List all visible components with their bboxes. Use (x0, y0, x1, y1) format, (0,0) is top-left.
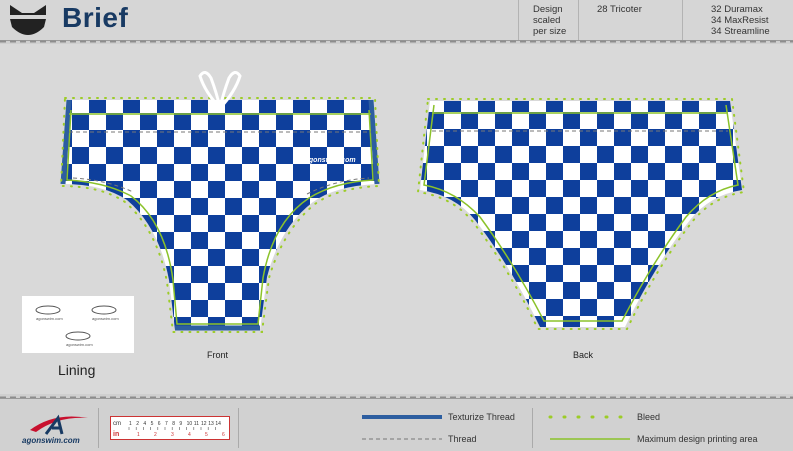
ruler-cm-tick-label: 1 (129, 421, 132, 427)
ruler-inch-tick-label: 6 (222, 432, 225, 438)
front-print-logo: agonswim.com (305, 157, 356, 164)
legend-bleed-area (548, 415, 632, 440)
ruler-cm-unit: cm (113, 421, 121, 427)
ruler-cm-tick-label: 6 (158, 421, 161, 427)
ruler-cm-tick-label: 7 (165, 421, 168, 427)
ruler-in-ticks: 1 2 3 4 5 6 (137, 432, 225, 438)
ruler-inch-tick-label: 1 (137, 432, 140, 438)
lining-logo-3: agonswim.com (66, 342, 93, 347)
ruler-cm-tick-label: 11 (194, 421, 199, 427)
ruler-cm-tick-label: 8 (172, 421, 175, 427)
brand-logo: agonswim.com (22, 414, 88, 445)
lining-print: agonswim.com agonswim.com agonswim.com (35, 305, 119, 347)
ruler-inch-tick-label: 5 (205, 432, 208, 438)
front-label: Front (207, 350, 229, 360)
brief-icon (10, 5, 46, 35)
fabric-list: 32 Duramax 34 MaxResist 34 Streamline (682, 0, 793, 40)
page-title: Brief (62, 2, 129, 33)
header-separator (0, 40, 793, 43)
legend-max-area: Maximum design printing area (637, 434, 758, 444)
lining-logo-2: agonswim.com (92, 316, 119, 321)
footer-divider (238, 408, 239, 448)
lining-swatch: agonswim.com agonswim.com agonswim.com (22, 296, 134, 353)
ruler-cm-tick-label: 4 (143, 421, 146, 427)
legend-lines (362, 415, 442, 440)
ruler-inch-tick-label: 3 (171, 432, 174, 438)
ruler-cm-tick-label: 10 (187, 421, 193, 427)
header-bar: Brief Design scaled per size 28 Tricoter… (0, 0, 793, 41)
ruler-cm-tick-label: 5 (151, 421, 154, 427)
ruler-cm-tick-label: 2 (136, 421, 139, 427)
brand-text: agonswim.com (22, 436, 80, 445)
ruler: cm in 1 2 4 5 6 7 8 9 10 11 12 13 14 123456 (110, 416, 230, 440)
ruler-inch-tick-label: 4 (188, 432, 191, 438)
back-label: Back (573, 350, 594, 360)
ruler-inch-tick-label: 2 (154, 432, 157, 438)
back-fabric (420, 101, 742, 327)
legend-thread: Thread (448, 434, 477, 444)
tricoter-label: 28 Tricoter (578, 0, 682, 40)
ruler-in-unit: in (113, 431, 119, 438)
footer-divider (98, 408, 99, 448)
lining-logo-1: agonswim.com (36, 316, 63, 321)
ruler-cm-tick-label: 9 (179, 421, 182, 427)
legend-bleed: Bleed (637, 412, 661, 422)
ruler-cm-tick-label: 14 (215, 421, 221, 427)
ruler-cm-tick-label: 12 (201, 421, 207, 427)
ruler-cm-ticks: 1 2 4 5 6 7 8 9 10 11 12 13 14 (128, 421, 221, 430)
design-scaled-note: Design scaled per size (518, 0, 578, 40)
ruler-cm-tick-label: 13 (208, 421, 214, 427)
legend-texturize: Texturize Thread (448, 412, 515, 422)
lining-label: Lining (58, 362, 96, 378)
back-brief[interactable] (410, 95, 755, 335)
footer-divider (532, 408, 533, 448)
